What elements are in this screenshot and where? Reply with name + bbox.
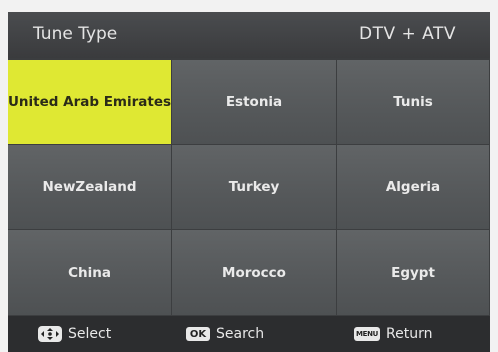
- tune-mode-value: DTV + ATV: [359, 24, 456, 44]
- country-option-algeria[interactable]: Algeria: [337, 145, 490, 230]
- country-option-united-arab-emirates[interactable]: United Arab Emirates: [8, 60, 172, 145]
- select-hint-label: Select: [68, 326, 112, 342]
- country-option-tunis[interactable]: Tunis: [337, 60, 490, 145]
- country-option-morocco[interactable]: Morocco: [172, 230, 337, 316]
- navigation-dpad-icon: [38, 326, 62, 342]
- footer-hint-bar: Select OK Search MENU Return: [8, 316, 490, 352]
- header-bar: Tune Type DTV + ATV: [8, 12, 490, 58]
- search-hint: OK Search: [186, 326, 264, 342]
- country-option-estonia[interactable]: Estonia: [172, 60, 337, 145]
- country-option-egypt[interactable]: Egypt: [337, 230, 490, 316]
- ok-key-icon: OK: [186, 327, 210, 341]
- return-hint: MENU Return: [354, 326, 432, 342]
- country-grid: United Arab Emirates Estonia Tunis NewZe…: [8, 60, 490, 316]
- return-hint-label: Return: [386, 326, 433, 342]
- select-hint: Select: [38, 326, 111, 342]
- page-title: Tune Type: [33, 24, 118, 44]
- country-option-turkey[interactable]: Turkey: [172, 145, 337, 230]
- country-option-china[interactable]: China: [8, 230, 172, 316]
- search-hint-label: Search: [216, 326, 265, 342]
- country-option-newzealand[interactable]: NewZealand: [8, 145, 172, 230]
- tv-screen: Tune Type DTV + ATV United Arab Emirates…: [8, 12, 490, 352]
- menu-key-icon: MENU: [354, 327, 380, 341]
